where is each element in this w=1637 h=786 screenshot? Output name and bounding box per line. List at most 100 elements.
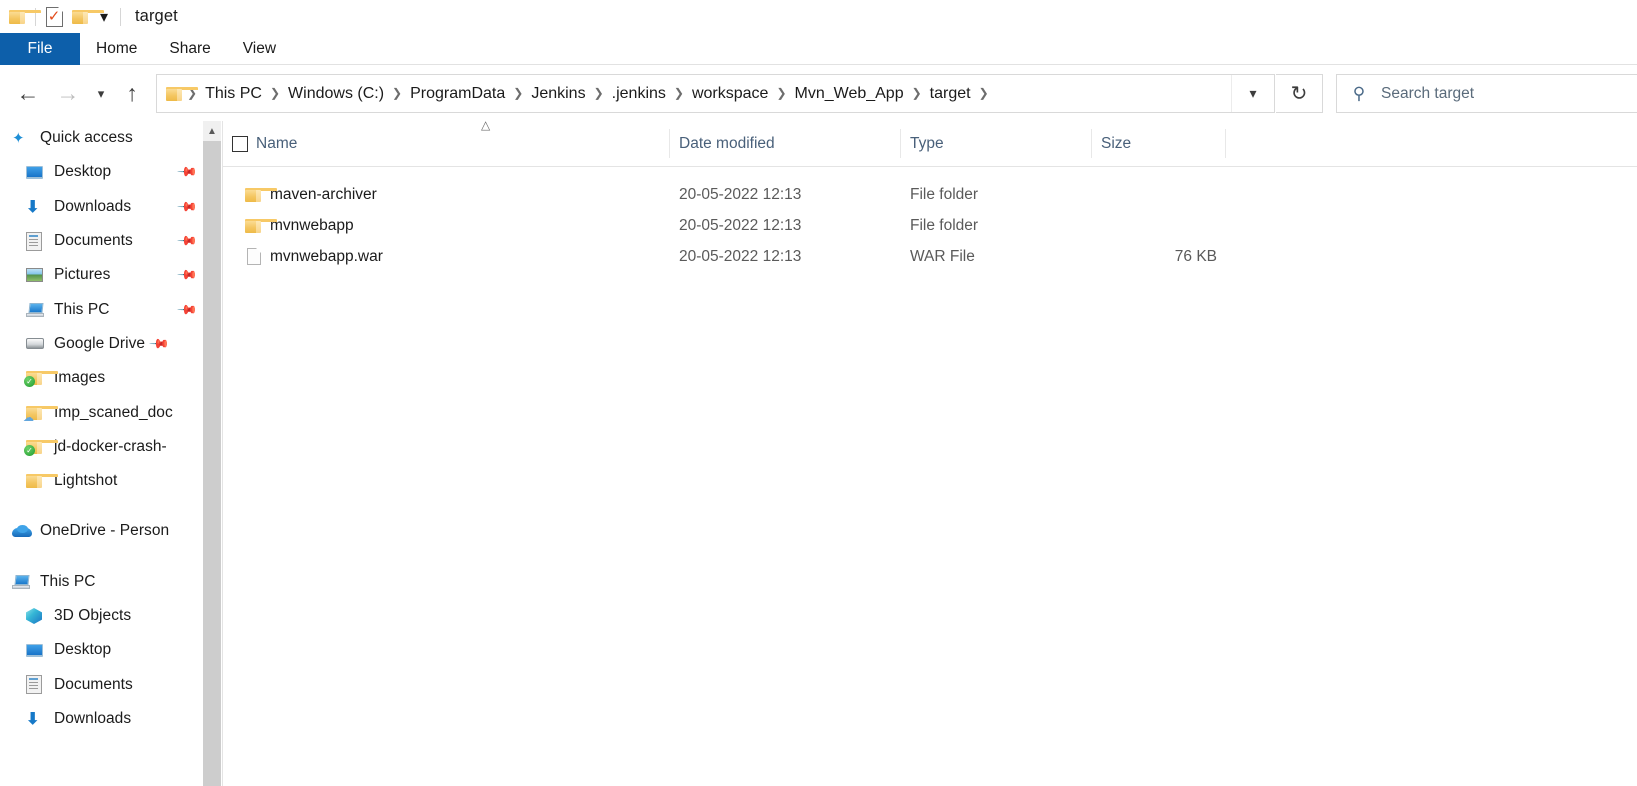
address-folder-icon — [166, 86, 198, 101]
folder-icon — [9, 9, 41, 24]
breadcrumb-item-dot-jenkins[interactable]: .jenkins — [605, 75, 673, 112]
sidebar-item-label: This PC — [54, 300, 110, 318]
file-date-modified: 20-05-2022 12:13 — [679, 247, 802, 265]
file-name: mvnwebapp — [270, 216, 354, 234]
breadcrumb-separator[interactable]: ❯ — [593, 75, 605, 112]
sidebar-item-desktop-pc[interactable]: Desktop — [0, 633, 203, 667]
pin-icon: 📌 — [176, 195, 199, 218]
title-bar: ✓ ▾ target — [0, 0, 1637, 33]
sidebar-item-google-drive[interactable]: Google Drive 📌 — [0, 327, 203, 361]
breadcrumb-item-programdata[interactable]: ProgramData — [403, 75, 512, 112]
search-icon: ⚲ — [1352, 83, 1366, 103]
table-row[interactable]: mvnwebapp.war 20-05-2022 12:13 WAR File … — [223, 241, 1637, 272]
sidebar-item-this-pc-quick[interactable]: This PC 📌 — [0, 292, 203, 326]
file-list-pane: Name △ Date modified Type Size maven-arc… — [223, 118, 1637, 786]
sidebar-item-images[interactable]: ✓ Images — [0, 361, 203, 395]
sidebar-item-quick-access[interactable]: ✦ Quick access — [0, 121, 203, 155]
sidebar-item-label: OneDrive - Person — [40, 522, 170, 540]
select-all-checkbox[interactable] — [231, 135, 248, 152]
breadcrumb-separator[interactable]: ❯ — [673, 75, 685, 112]
tab-home[interactable]: Home — [80, 33, 153, 65]
breadcrumb-separator[interactable]: ❯ — [775, 75, 787, 112]
breadcrumb-separator[interactable]: ❯ — [978, 75, 990, 112]
file-name: mvnwebapp.war — [270, 247, 383, 265]
up-button[interactable]: ↑ — [114, 74, 150, 114]
breadcrumb-item-target[interactable]: target — [923, 75, 978, 112]
forward-button[interactable]: → — [48, 74, 88, 114]
file-type: File folder — [910, 216, 979, 234]
column-header-type[interactable]: Type — [901, 121, 1092, 166]
sidebar-item-documents[interactable]: Documents 📌 — [0, 224, 203, 258]
pin-icon: 📌 — [176, 298, 199, 321]
column-header-size[interactable]: Size — [1092, 121, 1226, 166]
table-row[interactable]: maven-archiver 20-05-2022 12:13 File fol… — [223, 179, 1637, 210]
back-button[interactable]: ← — [8, 74, 48, 114]
address-bar[interactable]: ❯ This PC ❯ Windows (C:) ❯ ProgramData ❯… — [156, 74, 1275, 113]
breadcrumb-item-jenkins[interactable]: Jenkins — [524, 75, 592, 112]
new-folder-icon — [72, 9, 104, 24]
refresh-button[interactable]: ↻ — [1276, 74, 1323, 113]
qat-customize-dropdown-icon[interactable]: ▾ — [93, 4, 115, 30]
breadcrumb-item-workspace[interactable]: workspace — [685, 75, 775, 112]
sidebar-item-label: Documents — [54, 232, 133, 250]
sidebar-item-3d-objects[interactable]: 3D Objects — [0, 599, 203, 633]
sidebar-item-lightshot[interactable]: Lightshot — [0, 464, 203, 498]
sidebar-item-downloads-pc[interactable]: ⬇ Downloads — [0, 702, 203, 736]
column-header-label: Type — [910, 134, 944, 152]
column-divider[interactable] — [1225, 129, 1226, 158]
ribbon-tab-bar: File Home Share View — [0, 33, 1637, 65]
column-header-name[interactable]: Name △ — [256, 118, 670, 166]
breadcrumb-item-mvn-web-app[interactable]: Mvn_Web_App — [788, 75, 911, 112]
column-header-date-modified[interactable]: Date modified — [670, 121, 901, 166]
sidebar-item-jd-docker-crash[interactable]: ✓ jd-docker-crash- — [0, 430, 203, 464]
sidebar-item-this-pc[interactable]: This PC — [0, 565, 203, 599]
column-header-row: Name △ Date modified Type Size — [223, 118, 1637, 167]
sidebar-item-imp-scaned-doc[interactable]: ☁ Imp_scaned_doc — [0, 395, 203, 429]
file-type: WAR File — [910, 247, 975, 265]
sidebar-item-desktop[interactable]: Desktop 📌 — [0, 155, 203, 189]
breadcrumb-item-windows-c[interactable]: Windows (C:) — [281, 75, 391, 112]
search-input[interactable]: Search target — [1381, 85, 1474, 103]
tab-file[interactable]: File — [0, 33, 80, 65]
onedrive-icon — [12, 525, 36, 538]
pin-icon: 📌 — [176, 161, 199, 184]
breadcrumb-item-this-pc[interactable]: This PC — [198, 75, 269, 112]
breadcrumb-separator[interactable]: ❯ — [512, 75, 524, 112]
navigation-pane: ✦ Quick access Desktop 📌 ⬇ Downloads 📌 D… — [0, 121, 203, 786]
sidebar-item-label: Images — [54, 369, 106, 387]
monitor-icon — [26, 165, 50, 179]
qat-properties-icon[interactable]: ✓ — [41, 4, 67, 30]
select-all-column[interactable] — [223, 121, 256, 166]
sidebar-item-onedrive[interactable]: OneDrive - Person — [0, 514, 203, 548]
folder-cloud-icon: ☁ — [23, 405, 58, 424]
folder-synced-icon: ✓ — [24, 371, 58, 388]
sidebar-item-documents-pc[interactable]: Documents — [0, 667, 203, 701]
table-row[interactable]: mvnwebapp 20-05-2022 12:13 File folder — [223, 210, 1637, 241]
computer-icon — [12, 575, 36, 589]
tab-share[interactable]: Share — [153, 33, 226, 65]
sidebar-item-pictures[interactable]: Pictures 📌 — [0, 258, 203, 292]
sidebar-item-downloads[interactable]: ⬇ Downloads 📌 — [0, 190, 203, 224]
breadcrumb-separator[interactable]: ❯ — [911, 75, 923, 112]
breadcrumb-separator[interactable]: ❯ — [269, 75, 281, 112]
qat-folder-icon[interactable] — [4, 4, 41, 30]
properties-icon: ✓ — [45, 6, 63, 27]
recent-locations-chevron-down-icon[interactable]: ▾ — [88, 74, 114, 114]
qat-new-folder-icon[interactable] — [67, 4, 104, 30]
folder-icon — [26, 474, 58, 489]
sidebar-item-label: Downloads — [54, 709, 132, 727]
search-box[interactable]: ⚲ Search target — [1336, 74, 1637, 113]
address-chevron-down-icon[interactable]: ▾ — [1231, 75, 1274, 112]
cube-icon — [26, 608, 50, 624]
sidebar-scrollbar-thumb[interactable] — [203, 141, 221, 786]
file-icon — [223, 248, 270, 265]
breadcrumb-separator[interactable]: ❯ — [391, 75, 403, 112]
scroll-up-icon[interactable]: ▲ — [203, 121, 221, 141]
breadcrumb-separator: ❯ — [187, 86, 198, 100]
tab-view[interactable]: View — [227, 33, 292, 65]
sidebar-item-label: 3D Objects — [54, 607, 132, 624]
file-size: 76 KB — [1174, 247, 1217, 265]
file-type: File folder — [910, 185, 979, 203]
